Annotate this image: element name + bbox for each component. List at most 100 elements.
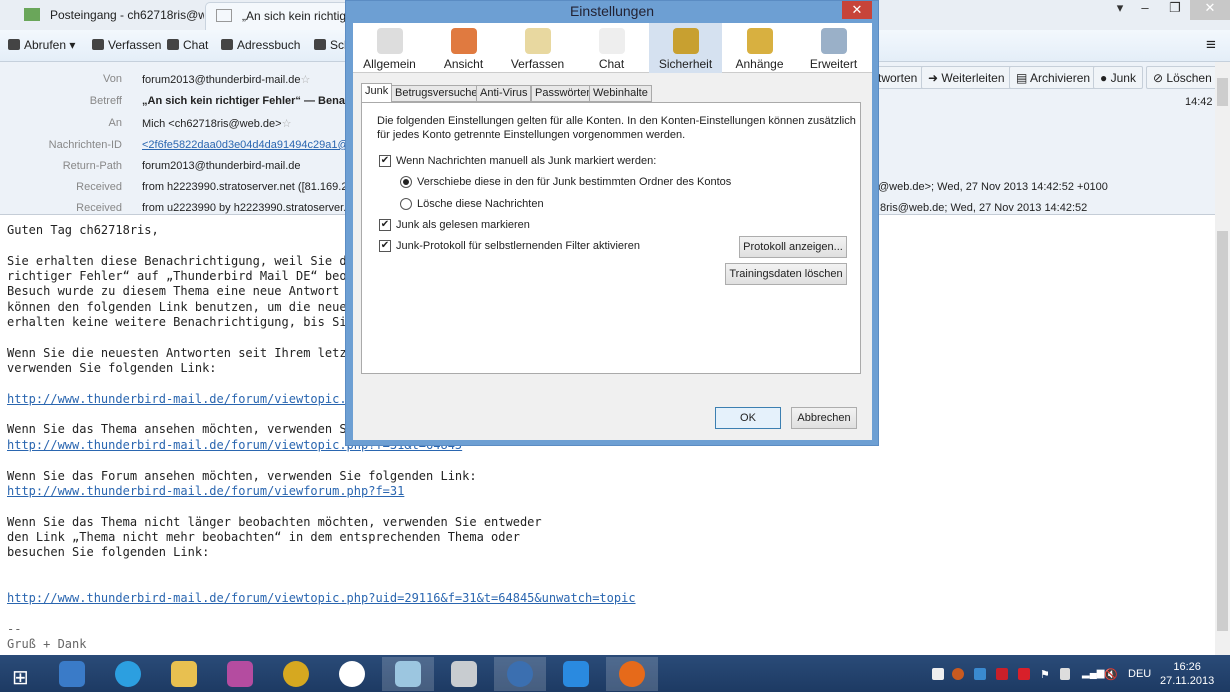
- dialog-close-button[interactable]: ✕: [842, 1, 872, 19]
- taskbar-notes[interactable]: [382, 657, 434, 691]
- monitor-icon: [59, 661, 85, 687]
- tray-icon[interactable]: [932, 668, 944, 680]
- move-radio[interactable]: [400, 176, 412, 188]
- taskbar-desktop[interactable]: [46, 657, 98, 691]
- subject-value: „An sich kein richtiger Fehler“ — Benach: [142, 95, 358, 107]
- battery-icon[interactable]: [1060, 668, 1070, 680]
- from-value[interactable]: forum2013@thunderbird-mail.de☆: [142, 73, 310, 86]
- maximize-button[interactable]: ❐: [1160, 0, 1190, 20]
- star-icon[interactable]: ☆: [301, 74, 311, 86]
- taskbar-thunderbird[interactable]: [494, 657, 546, 691]
- pref-pane-ansicht[interactable]: Ansicht: [427, 23, 500, 73]
- close-button[interactable]: ✕: [1190, 0, 1230, 20]
- intro-text: für jedes Konto getrennte Einstellungen …: [377, 129, 686, 141]
- chat-button[interactable]: Chat: [167, 38, 208, 52]
- pref-pane-verfassen[interactable]: Verfassen: [501, 23, 574, 73]
- clock[interactable]: 16:26 27.11.2013: [1160, 660, 1214, 688]
- label: Verfassen: [108, 38, 162, 52]
- subtab-phishing[interactable]: Betrugsversuche: [391, 85, 482, 102]
- pref-pane-label: Anhänge: [735, 57, 784, 71]
- write-button[interactable]: Verfassen: [92, 38, 161, 52]
- clock-date: 27.11.2013: [1160, 675, 1215, 687]
- label: Adressbuch: [237, 38, 301, 52]
- taskbar-calculator[interactable]: [438, 657, 490, 691]
- pref-pane-allgemein[interactable]: Allgemein: [353, 23, 426, 73]
- avira-icon[interactable]: [1018, 668, 1030, 680]
- taskbar-app2[interactable]: [550, 657, 602, 691]
- speaker-muted-icon[interactable]: 🔇: [1104, 668, 1118, 681]
- archive-button[interactable]: ▤ Archivieren: [1009, 66, 1098, 89]
- taskbar-explorer[interactable]: [158, 657, 210, 691]
- value: forum2013@thunderbird-mail.de: [142, 74, 301, 86]
- delete-radio[interactable]: [400, 198, 412, 210]
- tray-icon[interactable]: [996, 668, 1008, 680]
- received-tail: 8ris@web.de; Wed, 27 Nov 2013 14:42:52: [880, 202, 1088, 214]
- to-value[interactable]: Mich <ch62718ris@web.de>☆: [142, 117, 291, 130]
- body-link[interactable]: http://www.thunderbird-mail.de/forum/vie…: [7, 484, 636, 499]
- tab-message[interactable]: „An sich kein richtiger Fe: [205, 2, 355, 30]
- tab-label: Posteingang - ch62718ris@w...: [50, 8, 204, 22]
- shield-icon[interactable]: [974, 668, 986, 680]
- pref-pane-sicherheit[interactable]: Sicherheit: [649, 23, 722, 73]
- body-line: [7, 607, 636, 622]
- radio-label: Lösche diese Nachrichten: [417, 198, 544, 210]
- field-label: Von: [103, 73, 122, 85]
- forward-button[interactable]: ➜ Weiterleiten: [921, 66, 1012, 89]
- taskbar-ie[interactable]: [102, 657, 154, 691]
- show-log-button[interactable]: Protokoll anzeigen...: [739, 236, 847, 258]
- start-button[interactable]: ⊞: [0, 657, 52, 691]
- thunderbird-icon: [507, 661, 533, 687]
- address-book-button[interactable]: Adressbuch: [221, 38, 300, 52]
- field-label: Received: [76, 181, 122, 193]
- body-line: [7, 576, 636, 591]
- field-label: Nachrichten-ID: [48, 139, 122, 151]
- body-link[interactable]: http://www.thunderbird-mail.de/forum/vie…: [7, 591, 636, 606]
- pref-pane-anhänge[interactable]: Anhänge: [723, 23, 796, 73]
- ok-button[interactable]: OK: [715, 407, 781, 429]
- get-mail-button[interactable]: Abrufen ▾: [8, 38, 75, 52]
- folder-icon: [171, 661, 197, 687]
- internet-explorer-icon: [115, 661, 141, 687]
- pref-pane-chat[interactable]: Chat: [575, 23, 648, 73]
- reset-training-button[interactable]: Trainingsdaten löschen: [725, 263, 847, 285]
- field-label: An: [108, 117, 122, 129]
- subtab-passwords[interactable]: Passwörter: [531, 85, 595, 102]
- pref-pane-label: Sicherheit: [658, 57, 713, 71]
- junk-button[interactable]: ● Junk: [1093, 66, 1143, 89]
- pref-pane-erweitert[interactable]: Erweitert: [797, 23, 870, 73]
- body-scrollbar[interactable]: [1215, 215, 1230, 655]
- minimize-button[interactable]: –: [1130, 0, 1160, 20]
- menu-icon[interactable]: ≡: [1206, 35, 1216, 55]
- mark-read-checkbox[interactable]: ✔: [379, 219, 391, 231]
- star-icon[interactable]: ☆: [282, 118, 292, 130]
- taskbar-firefox[interactable]: [606, 657, 658, 691]
- signal-icon[interactable]: ▂▄▆: [1082, 668, 1104, 680]
- palette-icon: [451, 28, 477, 54]
- pref-pane-label: Erweitert: [809, 57, 858, 71]
- switch-icon: [377, 28, 403, 54]
- label: Archivieren: [1030, 71, 1091, 85]
- reply-button[interactable]: tworten: [872, 66, 925, 89]
- taskbar-media[interactable]: [270, 657, 322, 691]
- field-label: Return-Path: [62, 160, 122, 172]
- header-scrollbar[interactable]: [1215, 62, 1230, 215]
- taskbar-hp[interactable]: [326, 657, 378, 691]
- clock-time: 16:26: [1173, 661, 1201, 673]
- checkbox-label: Junk als gelesen markieren: [396, 219, 530, 231]
- body-line: Wenn Sie das Forum ansehen möchten, verw…: [7, 468, 477, 483]
- junk-log-checkbox[interactable]: ✔: [379, 240, 391, 252]
- flag-icon[interactable]: ⚑: [1040, 668, 1052, 681]
- subtab-antivirus[interactable]: Anti-Virus: [476, 85, 532, 102]
- message-id-link[interactable]: <2f6fe5822daa0d3e04d4da91494c29a1@ww: [142, 139, 365, 151]
- language-indicator[interactable]: DEU: [1128, 668, 1151, 680]
- tray-icon[interactable]: [952, 668, 964, 680]
- manual-junk-checkbox[interactable]: ✔: [379, 155, 391, 167]
- cancel-button[interactable]: Abbrechen: [791, 407, 857, 429]
- chat-icon: [167, 39, 179, 50]
- tab-inbox[interactable]: Posteingang - ch62718ris@w...: [14, 2, 204, 30]
- subtab-web-content[interactable]: Webinhalte: [589, 85, 652, 102]
- taskbar-app[interactable]: [214, 657, 266, 691]
- subtab-junk[interactable]: Junk: [361, 83, 393, 103]
- delete-button[interactable]: ⊘ Löschen: [1146, 66, 1219, 89]
- radio-label: Verschiebe diese in den für Junk bestimm…: [417, 176, 732, 188]
